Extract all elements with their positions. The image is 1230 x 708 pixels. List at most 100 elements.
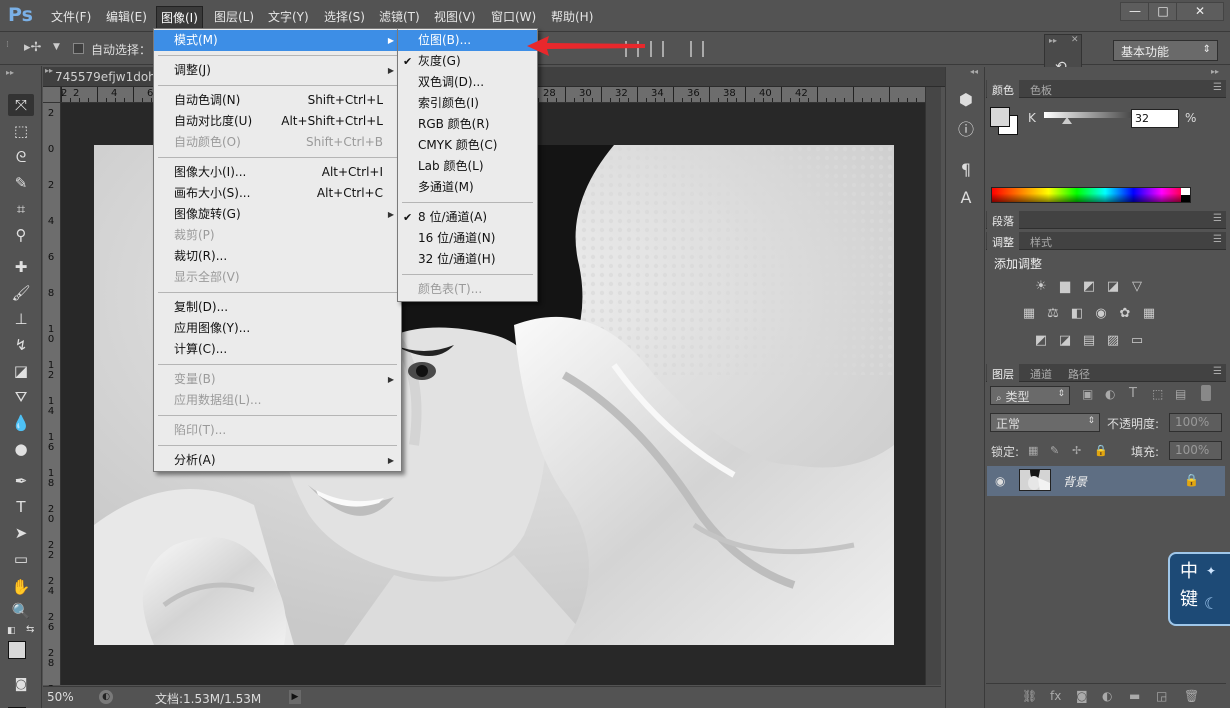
filter-adjust-icon[interactable]: ◐ <box>1105 387 1115 401</box>
3d-icon[interactable]: ⬢ <box>955 89 977 111</box>
menu-item[interactable]: 裁切(R)... <box>154 246 401 267</box>
menu-item[interactable]: 自动色调(N) Shift+Ctrl+L <box>154 90 401 111</box>
menu-item[interactable]: 16 位/通道(N) <box>398 228 537 249</box>
swap-colors-icon[interactable]: ⇆ <box>26 624 34 635</box>
align-right-icon[interactable] <box>650 41 664 57</box>
panel-menu-icon[interactable]: ☰ <box>1213 234 1222 245</box>
fx-icon[interactable]: fx <box>1050 689 1061 703</box>
blend-mode-select[interactable]: 正常 ⇕ <box>990 413 1100 432</box>
menu-item[interactable]: 裁剪(P) <box>154 225 401 246</box>
menu-item[interactable]: CMYK 颜色(C) <box>398 135 537 156</box>
filter-type-icon[interactable]: T <box>1129 386 1137 401</box>
expand-toolbar-icon[interactable]: ▸▸ <box>6 68 14 77</box>
rectangle-tool[interactable]: ▭ <box>8 548 34 570</box>
menu-item[interactable]: 复制(D)... <box>154 297 401 318</box>
move-tool[interactable]: ⤧ <box>8 94 34 116</box>
history-brush-tool[interactable]: ↯ <box>8 334 34 356</box>
menu-item[interactable]: RGB 颜色(R) <box>398 114 537 135</box>
lock-all-icon[interactable]: 🔒 <box>1094 444 1108 457</box>
fill-input[interactable]: 100% <box>1169 441 1222 460</box>
curves-icon[interactable]: ◩ <box>1080 279 1098 295</box>
tab-swatches[interactable]: 色板 <box>1030 82 1052 98</box>
vertical-ruler[interactable]: 2024681012141618202224262830 <box>43 103 61 705</box>
paragraph-icon[interactable]: ¶ <box>955 159 977 181</box>
marquee-tool[interactable]: ⬚ <box>8 120 34 142</box>
healing-brush-tool[interactable]: ✚ <box>8 256 34 278</box>
tab-channels[interactable]: 通道 <box>1030 366 1052 382</box>
color-lookup-icon[interactable]: ▦ <box>1140 306 1158 322</box>
menu-item[interactable]: 图像大小(I)... Alt+Ctrl+I <box>154 162 401 183</box>
panel-menu-icon[interactable]: ☰ <box>1213 366 1222 377</box>
menu-item[interactable]: 应用图像(Y)... <box>154 318 401 339</box>
brush-tool[interactable]: 🖌 <box>8 282 34 304</box>
vertical-scrollbar[interactable] <box>925 87 941 685</box>
eraser-tool[interactable]: ◪ <box>8 360 34 382</box>
clone-stamp-tool[interactable]: ⊥ <box>8 308 34 330</box>
lock-pixels-icon[interactable]: ✎ <box>1050 444 1059 457</box>
eye-icon[interactable]: ◉ <box>995 474 1005 488</box>
expand-icon[interactable]: ▸▸ <box>45 66 53 75</box>
lock-position-icon[interactable]: ✢ <box>1072 444 1081 457</box>
tab-paths[interactable]: 路径 <box>1068 366 1090 382</box>
color-spectrum[interactable] <box>991 187 1191 203</box>
add-mask-icon[interactable]: ◙ <box>1076 689 1088 703</box>
k-value-input[interactable]: 32 <box>1131 109 1179 128</box>
menu-item[interactable]: 多通道(M) <box>398 177 537 198</box>
menu-item[interactable]: 自动颜色(O) Shift+Ctrl+B <box>154 132 401 153</box>
menu-item[interactable]: 模式(M) ▶ <box>154 30 401 51</box>
menu-item[interactable]: 调整(J) ▶ <box>154 60 401 81</box>
lock-transparent-icon[interactable]: ▦ <box>1028 444 1038 457</box>
maximize-button[interactable]: □ <box>1148 2 1178 21</box>
menu-item[interactable]: 颜色表(T)... <box>398 279 537 300</box>
new-layer-icon[interactable]: ◲ <box>1156 689 1167 703</box>
menu-item[interactable]: 32 位/通道(H) <box>398 249 537 270</box>
menu-file[interactable]: 文件(F) <box>51 8 91 25</box>
menu-item[interactable]: 变量(B) ▶ <box>154 369 401 390</box>
tab-styles[interactable]: 样式 <box>1030 234 1052 250</box>
layer-filter-select[interactable]: ⌕ 类型 ⇕ <box>990 386 1070 405</box>
tab-paragraph[interactable]: 段落 <box>987 211 1019 229</box>
exposure-icon[interactable]: ◪ <box>1104 279 1122 295</box>
menu-image[interactable]: 图像(I) <box>156 6 203 29</box>
path-select-tool[interactable]: ➤ <box>8 522 34 544</box>
filter-smart-icon[interactable]: ▤ <box>1175 387 1186 401</box>
ruler-origin[interactable] <box>43 87 61 103</box>
black-white-icon[interactable]: ◧ <box>1068 306 1086 322</box>
dodge-tool[interactable]: ● <box>8 438 34 460</box>
status-menu-arrow-icon[interactable]: ▶ <box>289 690 301 704</box>
auto-select-checkbox[interactable] <box>73 43 84 54</box>
paint-bucket-tool[interactable]: ⛛ <box>8 386 34 408</box>
status-icon[interactable]: ◐ <box>99 690 113 704</box>
filter-shape-icon[interactable]: ⬚ <box>1152 387 1163 401</box>
tab-adjustments[interactable]: 调整 <box>987 232 1019 250</box>
move-tool-icon[interactable]: ▸✢ <box>24 40 41 55</box>
workspace-select[interactable]: 基本功能 ⇕ <box>1113 40 1218 61</box>
tab-color[interactable]: 颜色 <box>987 80 1019 98</box>
menu-view[interactable]: 视图(V) <box>434 8 476 25</box>
invert-icon[interactable]: ◩ <box>1032 333 1050 349</box>
character-icon[interactable]: A <box>955 187 977 209</box>
expand-icon[interactable]: ▸▸ <box>1049 36 1057 45</box>
menu-item[interactable]: 双色调(D)... <box>398 72 537 93</box>
k-slider-thumb[interactable] <box>1062 117 1072 124</box>
minimize-button[interactable]: — <box>1120 2 1150 21</box>
opacity-input[interactable]: 100% <box>1169 413 1222 432</box>
close-icon[interactable]: ✕ <box>1071 35 1079 45</box>
color-balance-icon[interactable]: ⚖ <box>1044 306 1062 322</box>
type-tool[interactable]: T <box>8 496 34 518</box>
menu-item[interactable]: 分析(A) ▶ <box>154 450 401 471</box>
menu-item[interactable]: ✔ 8 位/通道(A) <box>398 207 537 228</box>
menu-item[interactable]: Lab 颜色(L) <box>398 156 537 177</box>
spectrum-black-white[interactable] <box>1181 188 1190 202</box>
menu-window[interactable]: 窗口(W) <box>491 8 536 25</box>
menu-item[interactable]: 画布大小(S)... Alt+Ctrl+C <box>154 183 401 204</box>
menu-item[interactable]: 索引颜色(I) <box>398 93 537 114</box>
distribute-icon[interactable] <box>690 41 704 57</box>
menu-filter[interactable]: 滤镜(T) <box>379 8 420 25</box>
menu-edit[interactable]: 编辑(E) <box>106 8 147 25</box>
filter-pixel-icon[interactable]: ▣ <box>1082 387 1093 401</box>
zoom-tool[interactable]: 🔍 <box>8 600 34 622</box>
eyedropper-tool[interactable]: ⚲ <box>8 224 34 246</box>
hand-tool[interactable]: ✋ <box>8 576 34 598</box>
menu-layer[interactable]: 图层(L) <box>214 8 254 25</box>
